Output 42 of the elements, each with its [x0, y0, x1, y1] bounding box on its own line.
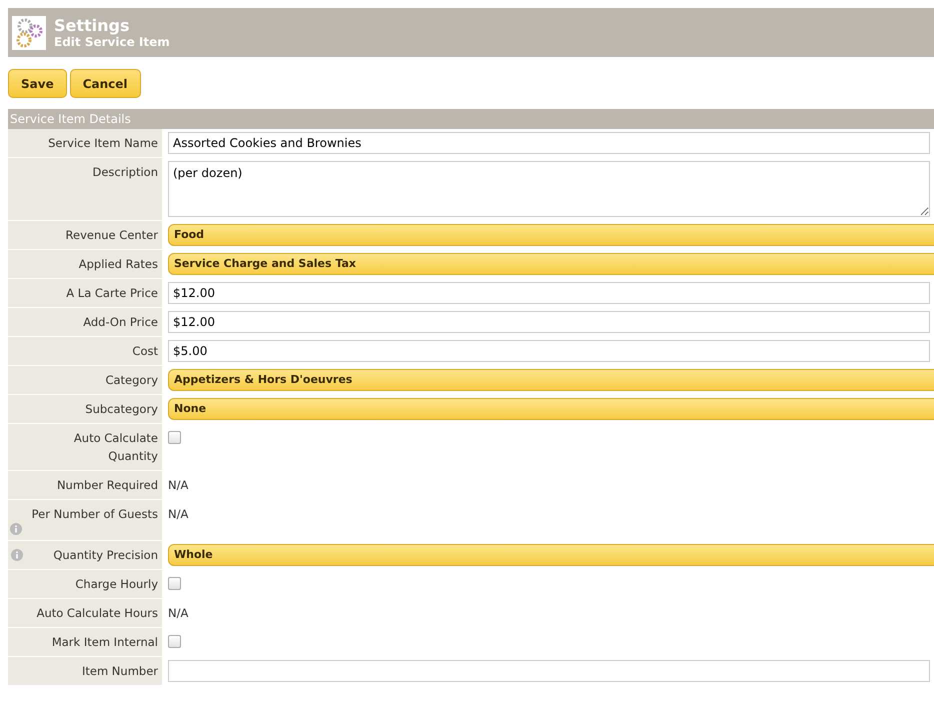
page-title: Settings [54, 16, 131, 34]
field-label: Category [105, 372, 158, 389]
checkbox[interactable] [168, 577, 181, 590]
description-field[interactable]: (per dozen) [168, 161, 930, 217]
field-label: Revenue Center [66, 227, 158, 244]
checkbox[interactable] [168, 635, 181, 648]
info-icon[interactable] [10, 523, 22, 535]
dropdown[interactable]: None [168, 398, 934, 420]
page-subtitle: Edit Service Item [54, 34, 170, 50]
section-header: Service Item Details [8, 109, 934, 129]
field-label: Item Number [82, 663, 158, 680]
field-value: N/A [168, 506, 188, 523]
checkbox[interactable] [168, 431, 181, 444]
dropdown[interactable]: Whole [168, 544, 934, 566]
info-icon[interactable] [11, 549, 23, 561]
gears-icon [12, 16, 46, 50]
dropdown[interactable]: Service Charge and Sales Tax [168, 253, 934, 275]
text-field[interactable] [168, 660, 930, 682]
field-label: Charge Hourly [75, 576, 158, 593]
field-label: Number Required [56, 477, 158, 494]
text-field[interactable]: $12.00 [168, 311, 930, 333]
field-value: N/A [168, 605, 188, 622]
cancel-button[interactable]: Cancel [70, 69, 141, 98]
field-label: Quantity Precision [53, 547, 158, 564]
field-label: Applied Rates [78, 256, 158, 273]
dropdown[interactable]: Appetizers & Hors D'oeuvres [168, 369, 934, 391]
field-label: A La Carte Price [66, 285, 158, 302]
field-label: Cost [132, 343, 158, 360]
field-label: Service Item Name [48, 135, 158, 152]
field-label: Per Number of Guests [32, 506, 158, 523]
field-label: Auto Calculate Quantity [72, 430, 158, 465]
field-label: Auto Calculate Hours [36, 605, 158, 622]
field-label: Description [92, 164, 158, 181]
text-field[interactable]: $12.00 [168, 282, 930, 304]
save-button[interactable]: Save [8, 69, 67, 98]
field-value: N/A [168, 477, 188, 494]
field-label: Add-On Price [83, 314, 158, 331]
text-field[interactable]: Assorted Cookies and Brownies [168, 132, 930, 154]
dropdown[interactable]: Food [168, 224, 934, 246]
text-field[interactable]: $5.00 [168, 340, 930, 362]
field-label: Subcategory [85, 401, 158, 418]
field-label: Mark Item Internal [52, 634, 158, 651]
